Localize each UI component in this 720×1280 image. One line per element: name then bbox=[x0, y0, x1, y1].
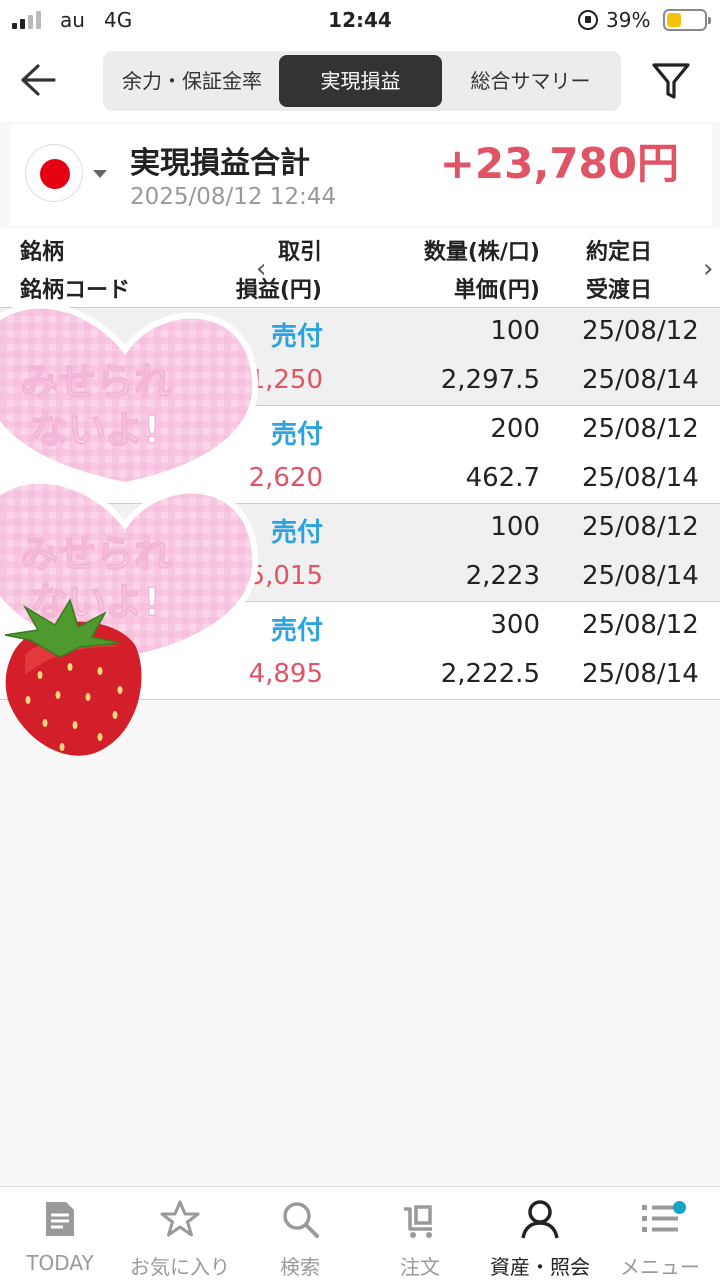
tab-order[interactable]: 注文 bbox=[360, 1187, 480, 1280]
settle-date: 25/08/14 bbox=[582, 561, 699, 591]
back-arrow-icon[interactable] bbox=[18, 62, 58, 98]
sticker-text: みせられ bbox=[20, 532, 172, 576]
japan-flag-icon[interactable] bbox=[25, 144, 83, 202]
sticker-text: ないよ! bbox=[30, 408, 161, 452]
header-qty: 数量(株/口) bbox=[423, 240, 540, 265]
rotation-lock-icon bbox=[578, 10, 598, 30]
quantity: 100 bbox=[490, 316, 540, 346]
person-icon bbox=[521, 1200, 559, 1239]
exec-date: 25/08/12 bbox=[582, 316, 699, 346]
bottom-tab-bar: TODAY お気に入り 検索 注文 資産・照会 メニュー bbox=[0, 1186, 720, 1280]
cart-icon bbox=[404, 1205, 432, 1238]
chevron-down-icon[interactable] bbox=[93, 170, 107, 178]
trade-side: 売付 bbox=[270, 420, 323, 450]
summary-datetime: 2025/08/12 12:44 bbox=[130, 184, 337, 210]
exec-date: 25/08/12 bbox=[582, 610, 699, 640]
quantity: 100 bbox=[490, 512, 540, 542]
notification-dot bbox=[673, 1201, 686, 1214]
tab-total-summary[interactable]: 総合サマリー bbox=[444, 55, 617, 107]
trade-side: 売付 bbox=[270, 322, 323, 352]
battery-percent: 39% bbox=[606, 8, 651, 32]
tab-search[interactable]: 検索 bbox=[240, 1187, 360, 1280]
tab-realized-pl[interactable]: 実現損益 bbox=[279, 55, 442, 107]
top-nav: 余力・保証金率 実現損益 総合サマリー bbox=[0, 40, 720, 122]
tab-today[interactable]: TODAY bbox=[0, 1187, 120, 1280]
quantity: 300 bbox=[490, 610, 540, 640]
battery-icon bbox=[663, 9, 711, 31]
tab-margin-ratio[interactable]: 余力・保証金率 bbox=[107, 55, 277, 107]
tab-label: メニュー bbox=[620, 1255, 700, 1279]
chevron-left-icon[interactable]: ‹ bbox=[256, 254, 266, 284]
tab-favorites[interactable]: お気に入り bbox=[120, 1187, 240, 1280]
tab-label: 資産・照会 bbox=[490, 1255, 590, 1279]
trade-side: 売付 bbox=[270, 518, 323, 548]
tab-menu[interactable]: メニュー bbox=[600, 1187, 720, 1280]
document-icon bbox=[46, 1202, 74, 1236]
tab-label: TODAY bbox=[26, 1251, 94, 1275]
filter-icon[interactable] bbox=[650, 60, 692, 102]
tab-label: 注文 bbox=[400, 1255, 440, 1279]
privacy-sticker: みせられ ないよ! みせられ ないよ! bbox=[0, 302, 259, 756]
tab-label: お気に入り bbox=[130, 1255, 230, 1279]
unit-price: 2,223 bbox=[465, 561, 540, 591]
header-trade: 取引 bbox=[277, 240, 322, 265]
header-settle-date: 受渡日 bbox=[586, 278, 653, 303]
settle-date: 25/08/14 bbox=[582, 659, 699, 689]
settle-date: 25/08/14 bbox=[582, 463, 699, 493]
quantity: 200 bbox=[490, 414, 540, 444]
unit-price: 2,297.5 bbox=[440, 365, 540, 395]
status-bar: au 4G 12:44 39% bbox=[0, 0, 720, 40]
segment-control: 余力・保証金率 実現損益 総合サマリー bbox=[103, 51, 621, 111]
realized-pl-summary: 実現損益合計 2025/08/12 12:44 +23,780円 bbox=[10, 124, 712, 226]
summary-title: 実現損益合計 bbox=[130, 146, 310, 181]
tab-assets[interactable]: 資産・照会 bbox=[480, 1187, 600, 1280]
trade-side: 売付 bbox=[270, 616, 323, 646]
exec-date: 25/08/12 bbox=[582, 512, 699, 542]
header-name: 銘柄 bbox=[20, 240, 65, 265]
search-icon bbox=[283, 1202, 319, 1238]
tab-label: 検索 bbox=[280, 1255, 320, 1279]
chevron-right-icon[interactable]: › bbox=[703, 254, 713, 284]
sticker-text: みせられ bbox=[20, 360, 172, 404]
unit-price: 462.7 bbox=[465, 463, 540, 493]
summary-total: +23,780円 bbox=[439, 139, 679, 188]
header-exec-date: 約定日 bbox=[586, 240, 653, 265]
unit-price: 2,222.5 bbox=[440, 659, 540, 689]
star-icon bbox=[160, 1200, 200, 1237]
header-price: 単価(円) bbox=[453, 278, 540, 303]
exec-date: 25/08/12 bbox=[582, 414, 699, 444]
settle-date: 25/08/14 bbox=[582, 365, 699, 395]
